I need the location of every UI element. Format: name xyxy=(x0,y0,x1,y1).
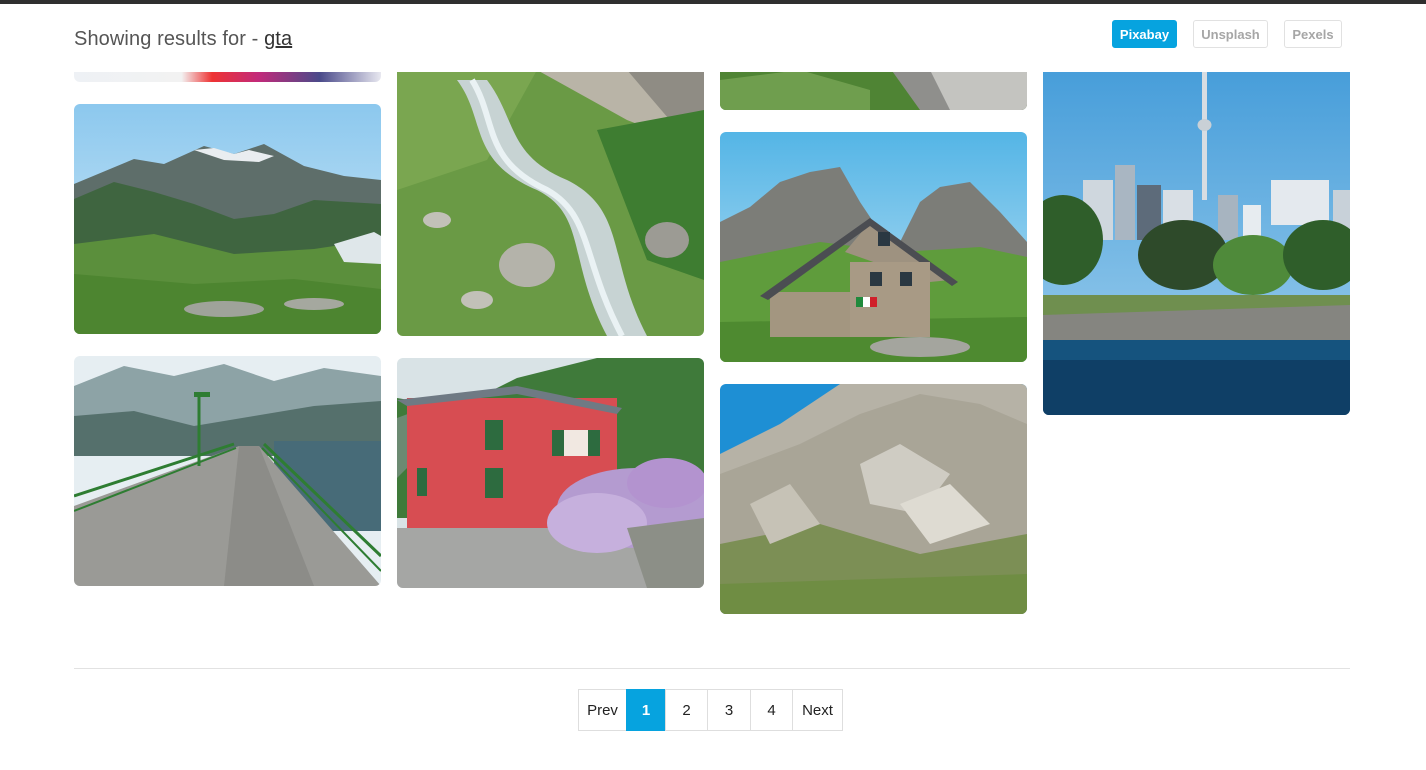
gallery-image-mountain-stream[interactable] xyxy=(397,40,704,336)
gallery-image-mountain-valley[interactable] xyxy=(74,104,381,334)
results-prefix: Showing results for - xyxy=(74,28,265,50)
source-unsplash-button[interactable]: Unsplash xyxy=(1193,20,1268,48)
gallery-image-mountain-hut[interactable] xyxy=(720,132,1027,362)
image-gallery xyxy=(0,0,1426,640)
gallery-image-dam-road[interactable] xyxy=(74,356,381,586)
source-pexels-button[interactable]: Pexels xyxy=(1284,20,1342,48)
page-3-button[interactable]: 3 xyxy=(707,689,751,731)
source-pixabay-button[interactable]: Pixabay xyxy=(1112,20,1177,48)
gallery-image-city-skyline[interactable] xyxy=(1043,40,1350,415)
results-heading: Showing results for - gta xyxy=(74,28,292,51)
page-1-button[interactable]: 1 xyxy=(626,689,666,731)
page-4-button[interactable]: 4 xyxy=(750,689,793,731)
search-query-link[interactable]: gta xyxy=(264,28,292,50)
page-2-button[interactable]: 2 xyxy=(665,689,708,731)
gallery-image-rocky-mountain[interactable] xyxy=(720,384,1027,614)
results-header: Showing results for - gta Pixabay Unspla… xyxy=(0,4,1426,72)
pagination: Prev 1 2 3 4 Next xyxy=(578,689,843,731)
pagination-divider xyxy=(74,668,1350,669)
prev-page-button[interactable]: Prev xyxy=(578,689,627,731)
next-page-button[interactable]: Next xyxy=(792,689,843,731)
gallery-image-red-house[interactable] xyxy=(397,358,704,588)
